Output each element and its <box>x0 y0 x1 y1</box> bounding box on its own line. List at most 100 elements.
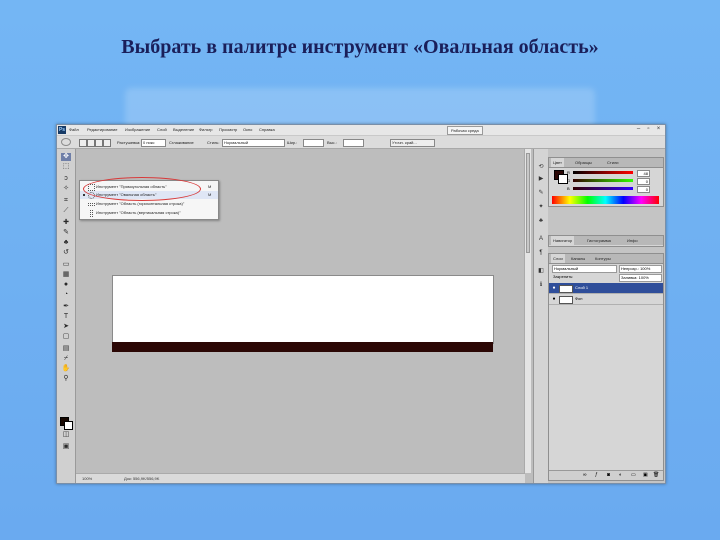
type-tool-icon[interactable]: T <box>61 313 71 321</box>
toolbox: ✥ ⬚ ↄ ✧ ⌗ ⟋ ✚ ✎ ♣ ↺ ▭ ▦ ● ◔ ✒ T ➤ ▢ ▤ ⌿ … <box>57 149 76 483</box>
trash-icon[interactable]: 🗑 <box>653 471 659 480</box>
tab-histogram[interactable]: Гистограмма <box>585 236 613 245</box>
menu-select[interactable]: Выделение <box>173 125 194 135</box>
clone-stamp-icon[interactable]: ♣ <box>61 239 71 247</box>
layer-comps-icon[interactable]: ◧ <box>537 267 545 275</box>
info-icon[interactable]: ℹ <box>537 281 545 289</box>
blend-mode-select[interactable]: Нормальный <box>552 265 617 273</box>
tab-paths[interactable]: Контуры <box>593 254 613 263</box>
refine-edge-button[interactable]: Уточн. край... <box>390 139 435 147</box>
intersect-selection-icon[interactable] <box>103 139 111 147</box>
eraser-tool-icon[interactable]: ▭ <box>61 261 71 269</box>
doc-info: Док: 556,9K/556,9K <box>124 476 160 481</box>
lasso-tool-icon[interactable]: ↄ <box>61 175 71 183</box>
brush-tool-icon[interactable]: ✎ <box>61 229 71 237</box>
pen-tool-icon[interactable]: ✒ <box>61 303 71 311</box>
layer-row[interactable]: ● Фон <box>549 294 663 305</box>
character-icon[interactable]: A <box>537 235 545 243</box>
tab-channels[interactable]: Каналы <box>569 254 587 263</box>
style-label: Стиль: <box>207 140 220 145</box>
style-select[interactable]: Нормальный <box>222 139 285 147</box>
brushes-icon[interactable]: ✦ <box>537 203 545 211</box>
antialias-checkbox[interactable]: Сглаживание <box>169 140 194 145</box>
selected-dot-icon <box>83 194 85 196</box>
slice-tool-icon[interactable]: ⟋ <box>61 207 71 215</box>
paragraph-icon[interactable]: ¶ <box>537 249 545 257</box>
menu-view[interactable]: Просмотр <box>219 125 237 135</box>
opacity-field[interactable]: Непрозр.: 100% <box>619 265 662 273</box>
add-selection-icon[interactable] <box>87 139 95 147</box>
notes-tool-icon[interactable]: ▤ <box>61 345 71 353</box>
menu-layer[interactable]: Слой <box>157 125 167 135</box>
minimize-icon[interactable]: – <box>635 126 642 133</box>
screen-mode-icon[interactable]: ▣ <box>61 443 71 451</box>
menu-image[interactable]: Изображение <box>125 125 150 135</box>
layer-mask-icon[interactable]: ◙ <box>607 471 610 480</box>
scrollbar-thumb[interactable] <box>526 153 530 253</box>
slide-glow <box>125 88 595 128</box>
color-spectrum[interactable] <box>552 196 659 204</box>
width-label: Шир.: <box>287 140 298 145</box>
fill-field[interactable]: Заливка: 100% <box>619 274 662 282</box>
eye-icon[interactable]: ● <box>551 296 557 302</box>
magic-wand-icon[interactable]: ✧ <box>61 185 71 193</box>
move-tool-icon[interactable]: ✥ <box>61 153 71 161</box>
layer-row[interactable]: ● Слой 1 <box>549 283 663 294</box>
marquee-tool-icon[interactable]: ⬚ <box>61 163 71 171</box>
flyout-single-column-marquee[interactable]: Инструмент "Область (вертикальная строка… <box>80 209 218 217</box>
restore-icon[interactable]: ▫ <box>645 126 652 133</box>
gradient-tool-icon[interactable]: ▦ <box>61 271 71 279</box>
menu-edit[interactable]: Редактирование <box>87 125 117 135</box>
eye-icon[interactable]: ● <box>551 285 557 291</box>
adjustment-layer-icon[interactable]: ◐ <box>619 471 622 480</box>
width-input[interactable] <box>303 139 324 147</box>
dodge-tool-icon[interactable]: ◔ <box>61 291 71 299</box>
tab-layers[interactable]: Слои <box>551 254 565 263</box>
quick-mask-icon[interactable]: ◫ <box>61 431 71 439</box>
eyedropper-icon[interactable]: ⌿ <box>61 355 71 363</box>
menu-filter[interactable]: Фильтр <box>199 125 212 135</box>
new-layer-icon[interactable]: ▣ <box>643 471 648 480</box>
healing-brush-icon[interactable]: ✚ <box>61 219 71 227</box>
close-icon[interactable]: × <box>655 126 662 133</box>
photoshop-logo: Ps <box>58 126 66 134</box>
photoshop-window: Ps Файл Редактирование Изображение Слой … <box>56 124 666 484</box>
layer-style-icon[interactable]: ƒ <box>595 471 598 480</box>
feather-input[interactable]: 0 пикс <box>141 139 166 147</box>
tab-styles[interactable]: Стили <box>605 158 621 167</box>
tab-info[interactable]: Инфо <box>625 236 640 245</box>
menu-window[interactable]: Окно <box>243 125 252 135</box>
vertical-scrollbar[interactable] <box>524 149 531 473</box>
workspace-button[interactable]: Рабочая среда <box>447 126 483 135</box>
hand-tool-icon[interactable]: ✋ <box>61 365 71 373</box>
shape-tool-icon[interactable]: ▢ <box>61 333 71 341</box>
actions-icon[interactable]: ▶ <box>537 175 545 183</box>
options-bar: Растушевка: 0 пикс Сглаживание Стиль: Но… <box>57 136 665 149</box>
clone-source-icon[interactable]: ♣ <box>537 217 545 225</box>
height-input[interactable] <box>343 139 364 147</box>
zoom-level[interactable]: 100% <box>82 474 92 483</box>
history-icon[interactable]: ⟲ <box>537 163 545 171</box>
blur-tool-icon[interactable]: ● <box>61 281 71 289</box>
navigator-panel-tabs: Навигатор Гистограмма Инфо <box>549 236 663 245</box>
tab-swatches[interactable]: Образцы <box>573 158 594 167</box>
document-canvas[interactable] <box>112 275 494 344</box>
tab-color[interactable]: Цвет <box>551 158 564 167</box>
link-layers-icon[interactable]: ∞ <box>583 471 587 480</box>
crop-tool-icon[interactable]: ⌗ <box>61 197 71 205</box>
new-selection-icon[interactable] <box>79 139 87 147</box>
path-selection-icon[interactable]: ➤ <box>61 323 71 331</box>
new-group-icon[interactable]: ▭ <box>631 471 636 480</box>
menu-file[interactable]: Файл <box>69 125 79 135</box>
layers-panel-tabs: Слои Каналы Контуры <box>549 254 663 264</box>
subtract-selection-icon[interactable] <box>95 139 103 147</box>
tab-navigator[interactable]: Навигатор <box>551 236 575 245</box>
flyout-single-row-marquee[interactable]: Инструмент "Область (горизонтальная стро… <box>80 200 218 208</box>
zoom-tool-icon[interactable]: ⚲ <box>61 375 71 383</box>
background-color-swatch[interactable] <box>64 421 73 430</box>
menu-help[interactable]: Справка <box>259 125 275 135</box>
tool-presets-icon[interactable]: ✎ <box>537 189 545 197</box>
highlight-ellipse <box>83 177 201 201</box>
history-brush-icon[interactable]: ↺ <box>61 249 71 257</box>
oval-marquee-icon[interactable] <box>61 138 71 146</box>
